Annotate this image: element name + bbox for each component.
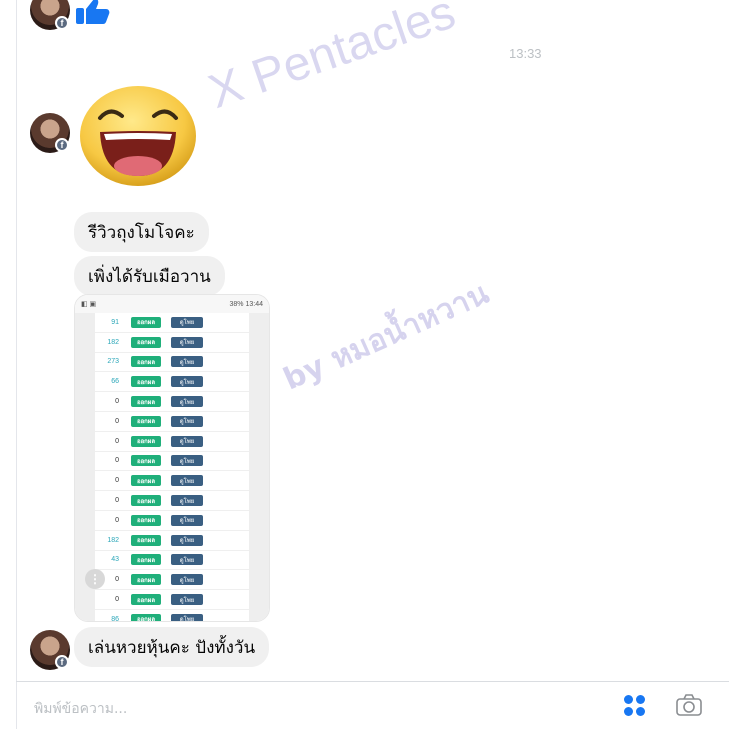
result-number: 0 — [115, 417, 119, 425]
facebook-badge-icon: f — [55, 16, 69, 30]
result-row: 0 ออกผล ดูโพย — [95, 491, 249, 511]
message-composer: พิมพ์ข้อความ... — [16, 681, 729, 729]
message-text: เล่นหวยหุ้นคะ ปังทั้งวัน — [88, 637, 256, 658]
result-button: ออกผล — [131, 594, 161, 606]
view-ticket-button: ดูโพย — [171, 574, 203, 586]
thread-left-divider — [16, 0, 17, 729]
result-button: ออกผล — [131, 475, 161, 487]
result-number: 0 — [115, 477, 119, 485]
result-button: ออกผล — [131, 495, 161, 507]
view-ticket-button: ดูโพย — [171, 435, 203, 447]
result-row: 273 ออกผล ดูโพย — [95, 353, 249, 373]
message-text: เพิ่งได้รับเมือวาน — [88, 266, 211, 287]
like-sticker — [74, 0, 110, 26]
result-row: 0 ออกผล ดูโพย — [95, 511, 249, 531]
result-button: ออกผล — [131, 435, 161, 447]
result-row: 91 ออกผล ดูโพย — [95, 313, 249, 333]
view-ticket-button: ดูโพย — [171, 534, 203, 546]
result-number: 182 — [107, 536, 119, 544]
camera-icon[interactable] — [676, 694, 702, 716]
laughing-sticker — [78, 84, 198, 188]
result-number: 0 — [115, 596, 119, 604]
result-button: ออกผล — [131, 574, 161, 586]
view-ticket-button: ดูโพย — [171, 336, 203, 348]
result-number: 0 — [115, 516, 119, 524]
result-button: ออกผล — [131, 554, 161, 566]
result-row: 0 ออกผล ดูโพย — [95, 471, 249, 492]
result-number: 182 — [107, 338, 119, 346]
view-ticket-button: ดูโพย — [171, 613, 203, 621]
result-row: 0 ออกผล ดูโพย — [95, 590, 249, 610]
result-number: 0 — [115, 497, 119, 505]
result-number: 91 — [111, 318, 119, 326]
result-button: ออกผล — [131, 415, 161, 427]
result-row: 0 ออกผล ดูโพย — [95, 432, 249, 452]
message-bubble[interactable]: เพิ่งได้รับเมือวาน — [74, 256, 225, 296]
facebook-badge-icon: f — [55, 655, 69, 669]
result-button: ออกผล — [131, 316, 161, 328]
result-button: ออกผล — [131, 356, 161, 368]
result-button: ออกผล — [131, 514, 161, 526]
view-ticket-button: ดูโพย — [171, 475, 203, 487]
result-number: 66 — [111, 378, 119, 386]
result-number: 86 — [111, 615, 119, 622]
result-row: 182 ออกผล ดูโพย — [95, 531, 249, 551]
attached-right-margin — [249, 313, 269, 621]
view-ticket-button: ดูโพย — [171, 376, 203, 388]
result-button: ออกผล — [131, 613, 161, 621]
results-list: 91 ออกผล ดูโพย 182 ออกผล ดูโพย 273 ออกผล ดูโพย 66… — [95, 313, 249, 622]
result-number: 0 — [115, 398, 119, 406]
more-options-icon[interactable]: ⋮ — [85, 569, 105, 589]
result-row: 0 ออกผล ดูโพย — [95, 412, 249, 432]
result-button: ออกผล — [131, 455, 161, 467]
message-bubble[interactable]: เล่นหวยหุ้นคะ ปังทั้งวัน — [74, 627, 270, 667]
result-row: 0 ออกผล ดูโพย — [95, 392, 249, 412]
sticker-grid-icon[interactable] — [624, 695, 646, 717]
result-row: 86 ออกผล ดูโพย — [95, 610, 249, 622]
status-left-icons: ◧ ▣ — [81, 301, 97, 308]
result-button: ออกผล — [131, 376, 161, 388]
message-timestamp: 13:33 — [509, 46, 542, 61]
status-right-text: 38% 13:44 — [229, 300, 263, 308]
result-number: 273 — [107, 358, 119, 366]
message-bubble[interactable]: รีวิวถุงโมโจคะ — [74, 212, 209, 252]
view-ticket-button: ดูโพย — [171, 455, 203, 467]
message-input[interactable]: พิมพ์ข้อความ... — [34, 698, 127, 720]
view-ticket-button: ดูโพย — [171, 396, 203, 408]
view-ticket-button: ดูโพย — [171, 495, 203, 507]
result-button: ออกผล — [131, 534, 161, 546]
message-text: รีวิวถุงโมโจคะ — [88, 222, 195, 243]
result-row: 182 ออกผล ดูโพย — [95, 333, 249, 353]
result-row: 43 ออกผล ดูโพย — [95, 551, 249, 571]
facebook-badge-icon: f — [55, 138, 69, 152]
view-ticket-button: ดูโพย — [171, 316, 203, 328]
watermark-text: X Pentacles — [202, 0, 462, 120]
view-ticket-button: ดูโพย — [171, 415, 203, 427]
result-row: 0 ออกผล ดูโพย — [95, 452, 249, 472]
view-ticket-button: ดูโพย — [171, 594, 203, 606]
result-row: 0 ออกผล ดูโพย — [95, 570, 249, 591]
result-row: 66 ออกผล ดูโพย — [95, 372, 249, 393]
watermark-text: by หมอน้ำหวาน — [278, 275, 494, 398]
thumbs-up-icon — [76, 0, 110, 24]
attached-status-bar: ◧ ▣ 38% 13:44 — [75, 295, 269, 313]
result-number: 43 — [111, 556, 119, 564]
view-ticket-button: ดูโพย — [171, 554, 203, 566]
laughing-face-icon — [80, 86, 196, 186]
result-number: 0 — [115, 437, 119, 445]
result-number: 0 — [115, 457, 119, 465]
result-button: ออกผล — [131, 396, 161, 408]
view-ticket-button: ดูโพย — [171, 356, 203, 368]
view-ticket-button: ดูโพย — [171, 514, 203, 526]
result-button: ออกผล — [131, 336, 161, 348]
